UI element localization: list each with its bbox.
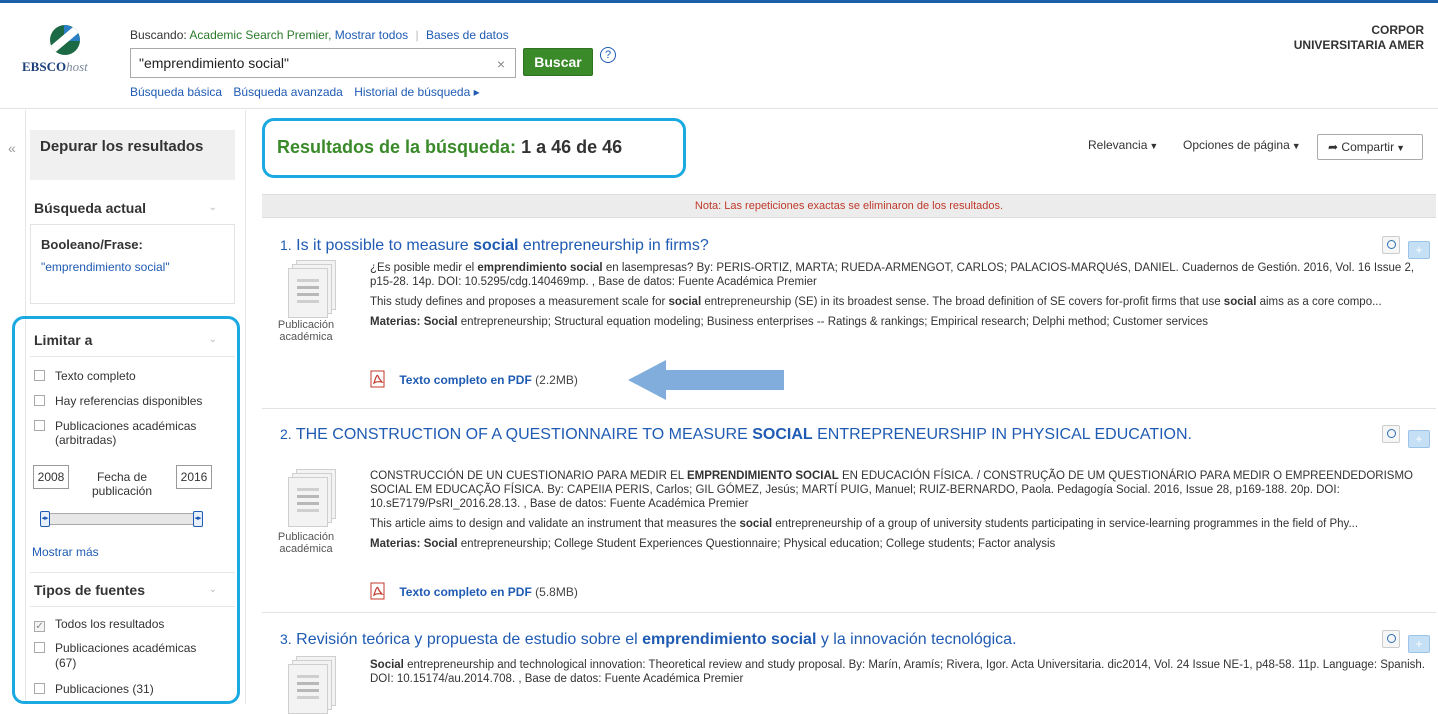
limit-to-header[interactable]: Limitar a ⌄: [30, 332, 235, 348]
help-icon[interactable]: ?: [600, 47, 616, 63]
pdf-full-text-link[interactable]: Texto completo en PDF: [399, 585, 531, 599]
result-title-link[interactable]: 1. Is it possible to measure social entr…: [280, 236, 1430, 255]
preview-icon[interactable]: [1382, 630, 1400, 648]
pdf-link-row: Texto completo en PDF (2.2MB): [370, 370, 578, 388]
relevance-dropdown[interactable]: Relevancia ▼: [1088, 138, 1158, 152]
chevron-down-icon: ⌄: [208, 202, 217, 213]
collapse-sidebar-icon[interactable]: «: [8, 140, 16, 156]
header-divider: [0, 108, 1438, 109]
pdf-icon: [370, 582, 386, 600]
document-thumbnail: [288, 260, 338, 318]
boolean-value-link[interactable]: "emprendimiento social": [41, 260, 224, 274]
preview-icon[interactable]: [1382, 425, 1400, 443]
abstract: This article aims to design and validate…: [370, 518, 1359, 530]
result-title-link[interactable]: 2. THE CONSTRUCTION OF A QUESTIONNAIRE T…: [280, 425, 1240, 444]
result-title-link[interactable]: 3. Revisión teórica y propuesta de estud…: [280, 630, 1430, 649]
results-heading: Resultados de la búsqueda: 1 a 46 de 46: [277, 137, 623, 157]
results-range: 1 a 46 de 46: [521, 137, 623, 157]
slider-handle-right[interactable]: ◂▸: [193, 511, 203, 527]
pointer-arrow: [628, 360, 784, 400]
database-name: Academic Search Premier,: [189, 28, 332, 42]
current-search-box: Booleano/Frase: "emprendimiento social": [30, 224, 235, 304]
date-from-input[interactable]: 2008: [33, 465, 69, 489]
duplicates-note: Nota: Las repeticiones exactas se elimin…: [262, 194, 1436, 218]
databases-link[interactable]: Bases de datos: [426, 28, 509, 42]
page-options-dropdown[interactable]: Opciones de página ▼: [1183, 138, 1301, 152]
ebscohost-logo[interactable]: EBSCOhost: [22, 25, 102, 75]
result-item: 3. Revisión teórica y propuesta de estud…: [280, 630, 1430, 714]
date-to-input[interactable]: 2016: [176, 465, 212, 489]
checkbox[interactable]: [34, 642, 45, 653]
result-body: ¿Es posible medir el emprendimiento soci…: [370, 261, 1435, 335]
publication-type: Publicación académica: [277, 319, 335, 343]
search-history-link[interactable]: Historial de búsqueda ▸: [354, 85, 479, 99]
header: EBSCOhost Buscando: Academic Search Prem…: [0, 3, 1438, 108]
subjects: Materias: Social entrepreneurship; Colle…: [370, 538, 1056, 550]
chevron-down-icon: ⌄: [208, 584, 217, 595]
search-button[interactable]: Buscar: [523, 48, 593, 76]
source-academic[interactable]: Publicaciones académicas: [34, 641, 196, 655]
slider-handle-left[interactable]: ◂▸: [40, 511, 50, 527]
boolean-label: Booleano/Frase:: [41, 237, 143, 252]
searching-line: Buscando: Academic Search Premier, Mostr…: [130, 28, 509, 42]
pdf-icon: [370, 370, 386, 388]
subjects: Materias: Social entrepreneurship; Struc…: [370, 316, 1208, 328]
add-to-folder-icon[interactable]: +: [1408, 241, 1430, 259]
refine-results-header: Depurar los resultados: [30, 130, 235, 180]
share-icon: ➦: [1328, 140, 1339, 154]
search-box: ×: [130, 48, 516, 78]
clear-icon[interactable]: ×: [497, 56, 505, 72]
pdf-full-text-link[interactable]: Texto completo en PDF: [399, 373, 531, 387]
limit-full-text[interactable]: Texto completo: [34, 369, 136, 383]
source-all-results[interactable]: ✓ Todos los resultados: [34, 617, 164, 632]
search-input[interactable]: [131, 49, 471, 77]
citation: ¿Es posible medir el emprendimiento soci…: [370, 262, 1415, 288]
abstract: This study defines and proposes a measur…: [370, 296, 1382, 308]
date-label: Fecha de publicación: [91, 470, 153, 498]
institution-name: CORPOR UNIVERSITARIA AMER: [1293, 23, 1424, 52]
show-more-link[interactable]: Mostrar más: [32, 545, 99, 559]
search-mode-links: Búsqueda básica Búsqueda avanzada Histor…: [130, 85, 488, 99]
add-to-folder-icon[interactable]: +: [1408, 430, 1430, 448]
source-types-header[interactable]: Tipos de fuentes ⌄: [30, 582, 235, 598]
limit-scholarly[interactable]: Publicaciones académicas: [34, 419, 196, 433]
chevron-down-icon: ⌄: [208, 334, 217, 345]
show-all-link[interactable]: Mostrar todos: [335, 28, 408, 42]
add-to-folder-icon[interactable]: +: [1408, 635, 1430, 653]
advanced-search-link[interactable]: Búsqueda avanzada: [233, 85, 342, 99]
citation: CONSTRUCCIÓN DE UN CUESTIONARIO PARA MED…: [370, 470, 1414, 510]
result-item: 2. THE CONSTRUCTION OF A QUESTIONNAIRE T…: [278, 425, 1430, 605]
date-range-slider[interactable]: ◂▸ ◂▸: [40, 511, 203, 527]
result-body: Social entrepreneurship and technologica…: [370, 658, 1435, 692]
checkbox[interactable]: [34, 420, 45, 431]
checkbox[interactable]: [34, 683, 45, 694]
limit-references[interactable]: Hay referencias disponibles: [34, 394, 202, 408]
result-body: CONSTRUCCIÓN DE UN CUESTIONARIO PARA MED…: [370, 469, 1435, 557]
checkbox[interactable]: [34, 395, 45, 406]
pdf-link-row: Texto completo en PDF (5.8MB): [370, 582, 578, 600]
checkbox[interactable]: [34, 370, 45, 381]
checkbox-checked[interactable]: ✓: [34, 621, 45, 632]
publication-type: Publicación académica: [277, 531, 335, 555]
result-item: 1. Is it possible to measure social entr…: [278, 236, 1430, 400]
current-search-header[interactable]: Búsqueda actual ⌄: [30, 200, 235, 216]
caret-down-icon: ▼: [1149, 141, 1159, 151]
basic-search-link[interactable]: Búsqueda básica: [130, 85, 222, 99]
source-periodicals[interactable]: Publicaciones (31): [34, 682, 154, 696]
document-thumbnail: [288, 469, 338, 527]
ebsco-logo-icon: [50, 25, 80, 55]
citation: Social entrepreneurship and technologica…: [370, 659, 1425, 685]
preview-icon[interactable]: [1382, 236, 1400, 254]
caret-down-icon: ▼: [1291, 141, 1301, 151]
share-button[interactable]: ➦ Compartir ▼: [1317, 134, 1423, 160]
